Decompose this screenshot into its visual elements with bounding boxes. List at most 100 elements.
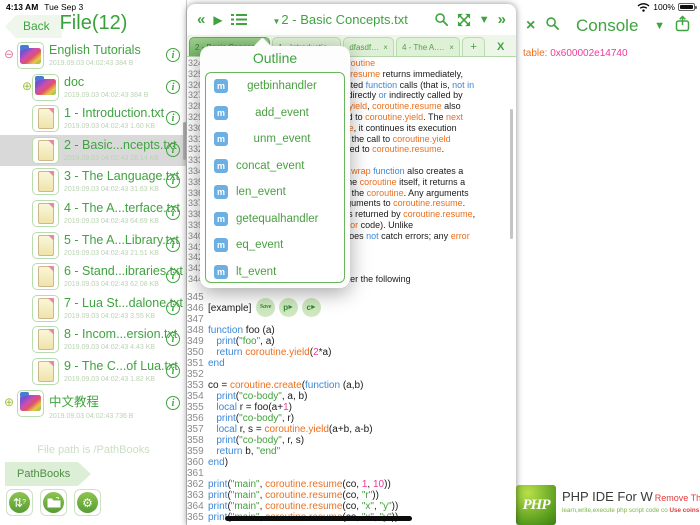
editor-line: 348 function foo (a) bbox=[187, 325, 516, 336]
remove-ads-link[interactable]: Remove The Ads bbox=[655, 493, 700, 503]
file-list-item[interactable]: 9 - The C...of Lua.txt 2019.09.03 04:02:4… bbox=[0, 356, 187, 388]
info-icon[interactable]: i bbox=[166, 48, 180, 62]
ad-banner[interactable]: PHP PHP IDE For WRemove The Ads learn,wr… bbox=[516, 485, 700, 525]
file-list-item[interactable]: 6 - Stand...ibraries.txt 2019.09.03 04:02… bbox=[0, 261, 187, 293]
example-run-coroutine-button[interactable]: c ► bbox=[302, 297, 322, 317]
example-save-button[interactable]: Save bbox=[256, 297, 276, 317]
search-icon[interactable] bbox=[434, 12, 449, 27]
expand-node-icon[interactable]: ⊕ bbox=[4, 396, 14, 408]
info-icon[interactable]: i bbox=[166, 111, 180, 126]
line-text: print("co-body", a, b) bbox=[216, 390, 308, 402]
method-badge-icon: m bbox=[214, 158, 228, 173]
file-name: 9 - The C...of Lua.txt bbox=[64, 358, 178, 373]
info-icon[interactable]: i bbox=[166, 142, 180, 157]
close-all-tabs-button[interactable]: X bbox=[487, 37, 514, 56]
file-list-item[interactable]: 3 - The Language.txt 2019.09.03 04:02:43 … bbox=[0, 166, 187, 198]
file-info: 2 - Basic...ncepts.txt 2019.09.03 04:02:4… bbox=[64, 138, 177, 162]
line-number: 348 bbox=[187, 324, 204, 336]
info-icon[interactable]: i bbox=[166, 205, 180, 220]
outline-item[interactable]: m concat_event bbox=[206, 153, 344, 180]
info-icon[interactable]: i bbox=[166, 300, 180, 315]
editor-line: 363 print("main", coroutine.resume(co, "r… bbox=[187, 490, 516, 501]
tab-close-icon[interactable]: × bbox=[383, 43, 388, 52]
file-info: 8 - Incom...ersion.txt 2019.09.03 04:02:4… bbox=[64, 327, 177, 351]
editor-line: 354 print("co-body", a, b) bbox=[187, 391, 516, 402]
editor-line: 361 bbox=[187, 468, 516, 479]
editor-line: 362 print("main", coroutine.resume(co, 1,… bbox=[187, 479, 516, 490]
line-number: 353 bbox=[187, 379, 204, 391]
current-file-dropdown[interactable]: ▼2 - Basic Concepts.txt bbox=[255, 12, 426, 27]
outline-item[interactable]: m lt_event bbox=[206, 259, 344, 283]
line-number: 345 bbox=[187, 291, 204, 303]
info-icon[interactable]: i bbox=[166, 79, 180, 94]
file-list-item[interactable]: 7 - Lua St...dalone.txt 2019.09.03 04:02:… bbox=[0, 293, 187, 325]
settings-button[interactable]: ⚙ bbox=[74, 489, 101, 516]
line-number: 347 bbox=[187, 313, 204, 325]
file-list-item[interactable]: 2 - Basic...ncepts.txt 2019.09.03 04:02:4… bbox=[0, 134, 187, 167]
file-list-item[interactable]: 5 - The A...Library.txt 2019.09.03 04:02:… bbox=[0, 230, 187, 262]
outline-item-label: getbinhandler bbox=[247, 80, 317, 93]
new-tab-button[interactable]: + bbox=[461, 37, 486, 56]
file-icon bbox=[32, 263, 59, 291]
info-icon[interactable]: i bbox=[166, 363, 180, 378]
file-list-item[interactable]: ⊕ 中文教程 2019.09.03 04:02:43 736 B i bbox=[0, 388, 187, 420]
collapse-node-icon[interactable]: ⊖ bbox=[4, 48, 14, 60]
info-icon[interactable]: i bbox=[166, 237, 180, 252]
line-text: co = coroutine.create(function (a,b) bbox=[208, 379, 364, 391]
collapse-left-icon[interactable]: « bbox=[197, 11, 205, 28]
editor-scrollbar[interactable] bbox=[510, 109, 513, 239]
line-text: end bbox=[208, 357, 225, 369]
info-icon[interactable]: i bbox=[166, 395, 180, 410]
file-list-item[interactable]: ⊖ English Tutorials 2019.09.03 04:02:43 38… bbox=[0, 40, 187, 72]
folder-icon bbox=[43, 492, 64, 513]
file-list-item[interactable]: ⊕ doc 2019.09.03 04:02:43 384 B i bbox=[0, 72, 187, 104]
close-icon[interactable]: × bbox=[526, 18, 535, 34]
outline-item[interactable]: m unm_event bbox=[206, 126, 344, 153]
share-icon[interactable] bbox=[675, 15, 690, 37]
open-folder-button[interactable] bbox=[40, 489, 67, 516]
line-number: 356 bbox=[187, 412, 204, 424]
outline-item[interactable]: m getequalhandler bbox=[206, 206, 344, 233]
filter-dropdown-icon[interactable]: ▼ bbox=[479, 14, 490, 26]
console-filter-icon[interactable]: ▼ bbox=[654, 20, 665, 32]
sidebar-scrollbar[interactable] bbox=[183, 122, 186, 160]
pathbooks-breadcrumb[interactable]: PathBooks bbox=[5, 462, 91, 486]
outline-item[interactable]: m eq_event bbox=[206, 232, 344, 259]
outline-item[interactable]: m len_event bbox=[206, 179, 344, 206]
console-output: table: 0x600002e14740 bbox=[523, 48, 628, 59]
outline-item[interactable]: m getbinhandler bbox=[206, 73, 344, 100]
expand-node-icon[interactable]: ⊕ bbox=[22, 80, 32, 92]
tab-close-icon[interactable]: × bbox=[449, 43, 454, 52]
file-name: 3 - The Language.txt bbox=[64, 169, 180, 184]
console-toolbar: × Console ▼ bbox=[516, 13, 700, 39]
file-name: English Tutorials bbox=[49, 43, 141, 57]
method-badge-icon: m bbox=[214, 105, 228, 120]
file-list-item[interactable]: 8 - Incom...ersion.txt 2019.09.03 04:02:4… bbox=[0, 324, 187, 356]
outline-item-label: add_event bbox=[255, 106, 309, 119]
sort-button[interactable]: ⇅? bbox=[6, 489, 33, 516]
file-meta: 2019.09.03 04:02:43 28.14 KB bbox=[64, 154, 159, 162]
home-indicator[interactable] bbox=[225, 516, 412, 521]
line-number: 362 bbox=[187, 478, 204, 490]
outline-item[interactable]: m add_event bbox=[206, 100, 344, 127]
file-meta: 2019.09.03 04:02:43 1.60 KB bbox=[64, 123, 156, 131]
use-coins-link[interactable]: Use coins to remove ads bbox=[669, 507, 700, 514]
editor-toolbar: « ▶ ▼2 - Basic Concepts.txt ▼ » bbox=[187, 4, 516, 35]
method-badge-icon: m bbox=[214, 185, 228, 200]
example-run-program-button[interactable]: p ► bbox=[279, 297, 299, 317]
app-screen: 4:13 AM Tue Sep 3 Back File(12) ⊖ English … bbox=[0, 0, 700, 525]
outline-icon[interactable] bbox=[230, 13, 247, 26]
outline-item-label: len_event bbox=[236, 186, 286, 199]
php-logo: PHP bbox=[516, 485, 556, 525]
collapse-right-icon[interactable]: » bbox=[498, 11, 506, 28]
editor-tab[interactable]: 4 - The A...nts× bbox=[395, 37, 460, 56]
file-list-item[interactable]: 1 - Introduction.txt 2019.09.03 04:02:43 … bbox=[0, 103, 187, 135]
expand-icon[interactable] bbox=[457, 13, 471, 27]
console-search-icon[interactable] bbox=[545, 16, 560, 36]
folder-icon bbox=[17, 389, 44, 417]
editor-tab[interactable]: dfasdf.lua× bbox=[343, 37, 394, 56]
line-number: 349 bbox=[187, 335, 204, 347]
file-list-item[interactable]: 4 - The A...terface.txt 2019.09.03 04:02:… bbox=[0, 198, 187, 230]
run-script-icon[interactable]: ▶ bbox=[213, 13, 222, 27]
info-icon[interactable]: i bbox=[166, 332, 180, 347]
